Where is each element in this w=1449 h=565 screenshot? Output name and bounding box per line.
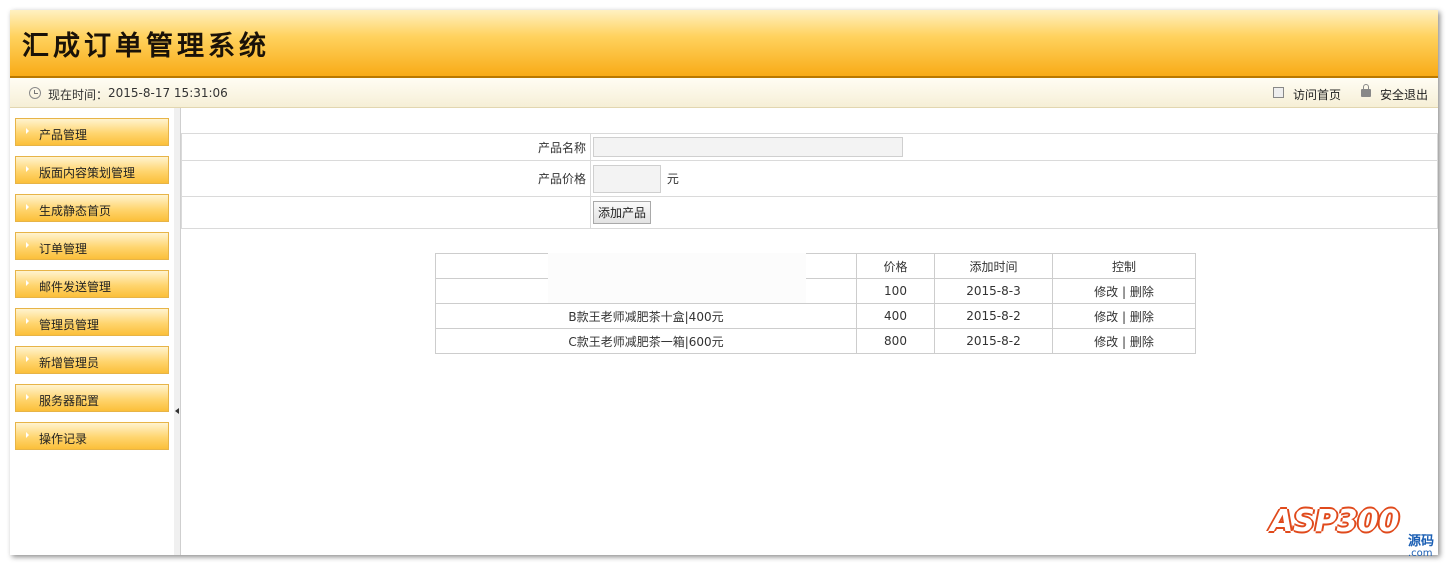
redacted-area: [548, 253, 806, 303]
delete-link[interactable]: 删除: [1130, 335, 1154, 349]
menu-arrow-icon: [26, 166, 29, 172]
sidebar-item-layout-content[interactable]: 版面内容策划管理: [15, 156, 169, 184]
link-separator: |: [1121, 334, 1127, 349]
status-bar: 现在时间： 2015-8-17 15:31:06 访问首页 安全退出: [10, 78, 1438, 108]
link-separator: |: [1121, 309, 1127, 324]
product-control-cell: 修改 | 删除: [1052, 303, 1196, 329]
product-price-label: 产品价格: [181, 160, 591, 197]
clock-icon: [29, 87, 41, 99]
visit-home-link[interactable]: 访问首页: [1293, 86, 1341, 103]
sidebar-item-operation-log[interactable]: 操作记录: [15, 422, 169, 450]
watermark-logo: ASP300: [1270, 504, 1400, 539]
product-date-cell: 2015-8-2: [934, 303, 1053, 329]
product-name-cell: C款王老师减肥茶一箱|600元: [435, 328, 857, 354]
menu-arrow-icon: [26, 394, 29, 400]
product-price-input[interactable]: [593, 164, 661, 193]
product-name-input[interactable]: [593, 137, 903, 157]
column-header-control: 控制: [1052, 253, 1196, 279]
header-banner: 汇成订单管理系统: [10, 10, 1438, 78]
table-row: B款王老师减肥茶十盒|400元 400 2015-8-2 修改 | 删除: [435, 303, 1196, 329]
edit-link[interactable]: 修改: [1094, 285, 1118, 299]
sidebar-item-admin-management[interactable]: 管理员管理: [15, 308, 169, 336]
sidebar-item-label: 产品管理: [39, 128, 88, 142]
add-product-button[interactable]: 添加产品: [593, 201, 652, 224]
delete-link[interactable]: 删除: [1130, 310, 1154, 324]
delete-link[interactable]: 删除: [1130, 285, 1154, 299]
sidebar-item-label: 服务器配置: [39, 394, 100, 408]
sidebar-item-generate-static-home[interactable]: 生成静态首页: [15, 194, 169, 222]
column-header-date: 添加时间: [934, 253, 1053, 279]
watermark-domain: .com: [1408, 548, 1433, 559]
sidebar-item-product-management[interactable]: 产品管理: [15, 118, 169, 146]
product-name-label: 产品名称: [181, 133, 591, 161]
product-date-cell: 2015-8-2: [934, 328, 1053, 354]
menu-arrow-icon: [26, 242, 29, 248]
sidebar-menu: 产品管理 版面内容策划管理 生成静态首页 订单管理 邮件发送管理 管理员管理 新…: [10, 108, 175, 555]
sidebar-item-label: 生成静态首页: [39, 204, 112, 218]
watermark-cn: 源码: [1408, 534, 1435, 549]
sidebar-item-label: 订单管理: [39, 242, 88, 256]
form-row-price: 产品价格 元: [181, 160, 1438, 197]
sidebar-item-label: 新增管理员: [39, 356, 100, 370]
sidebar-item-server-config[interactable]: 服务器配置: [15, 384, 169, 412]
edit-link[interactable]: 修改: [1094, 310, 1118, 324]
form-row-name: 产品名称: [181, 133, 1438, 161]
form-cell: [590, 133, 1438, 161]
product-date-cell: 2015-8-3: [934, 278, 1053, 304]
menu-arrow-icon: [26, 128, 29, 134]
price-unit: 元: [666, 171, 679, 186]
product-price-cell: 800: [856, 328, 935, 354]
current-time-label: 现在时间：: [48, 88, 109, 102]
sidebar-item-order-management[interactable]: 订单管理: [15, 232, 169, 260]
sidebar-item-label: 管理员管理: [39, 318, 100, 332]
home-icon: [1273, 87, 1284, 98]
product-control-cell: 修改 | 删除: [1052, 278, 1196, 304]
current-time-value: 2015-8-17 15:31:06: [108, 86, 228, 100]
form-cell: 元: [590, 160, 1438, 197]
sidebar-item-label: 版面内容策划管理: [39, 166, 136, 180]
product-price-cell: 400: [856, 303, 935, 329]
menu-arrow-icon: [26, 204, 29, 210]
link-separator: |: [1121, 284, 1127, 299]
sidebar-splitter[interactable]: [174, 108, 181, 555]
sidebar-item-label: 邮件发送管理: [39, 280, 112, 294]
empty-label-cell: [181, 196, 591, 229]
collapse-arrow-icon[interactable]: [175, 408, 179, 414]
form-cell: 添加产品: [590, 196, 1438, 229]
lock-icon: [1361, 84, 1371, 97]
menu-arrow-icon: [26, 280, 29, 286]
product-name-cell: B款王老师减肥茶十盒|400元: [435, 303, 857, 329]
logout-link[interactable]: 安全退出: [1380, 86, 1428, 103]
menu-arrow-icon: [26, 318, 29, 324]
app-window: 汇成订单管理系统 现在时间： 2015-8-17 15:31:06 访问首页 安…: [10, 10, 1438, 555]
add-product-form: 产品名称 产品价格 元 添加产品: [181, 133, 1438, 229]
sidebar-item-email-management[interactable]: 邮件发送管理: [15, 270, 169, 298]
menu-arrow-icon: [26, 432, 29, 438]
table-row: C款王老师减肥茶一箱|600元 800 2015-8-2 修改 | 删除: [435, 328, 1196, 354]
menu-arrow-icon: [26, 356, 29, 362]
sidebar-item-add-admin[interactable]: 新增管理员: [15, 346, 169, 374]
product-price-cell: 100: [856, 278, 935, 304]
sidebar-item-label: 操作记录: [39, 432, 88, 446]
edit-link[interactable]: 修改: [1094, 335, 1118, 349]
column-header-price: 价格: [856, 253, 935, 279]
product-control-cell: 修改 | 删除: [1052, 328, 1196, 354]
app-title: 汇成订单管理系统: [22, 31, 270, 62]
form-row-submit: 添加产品: [181, 196, 1438, 229]
